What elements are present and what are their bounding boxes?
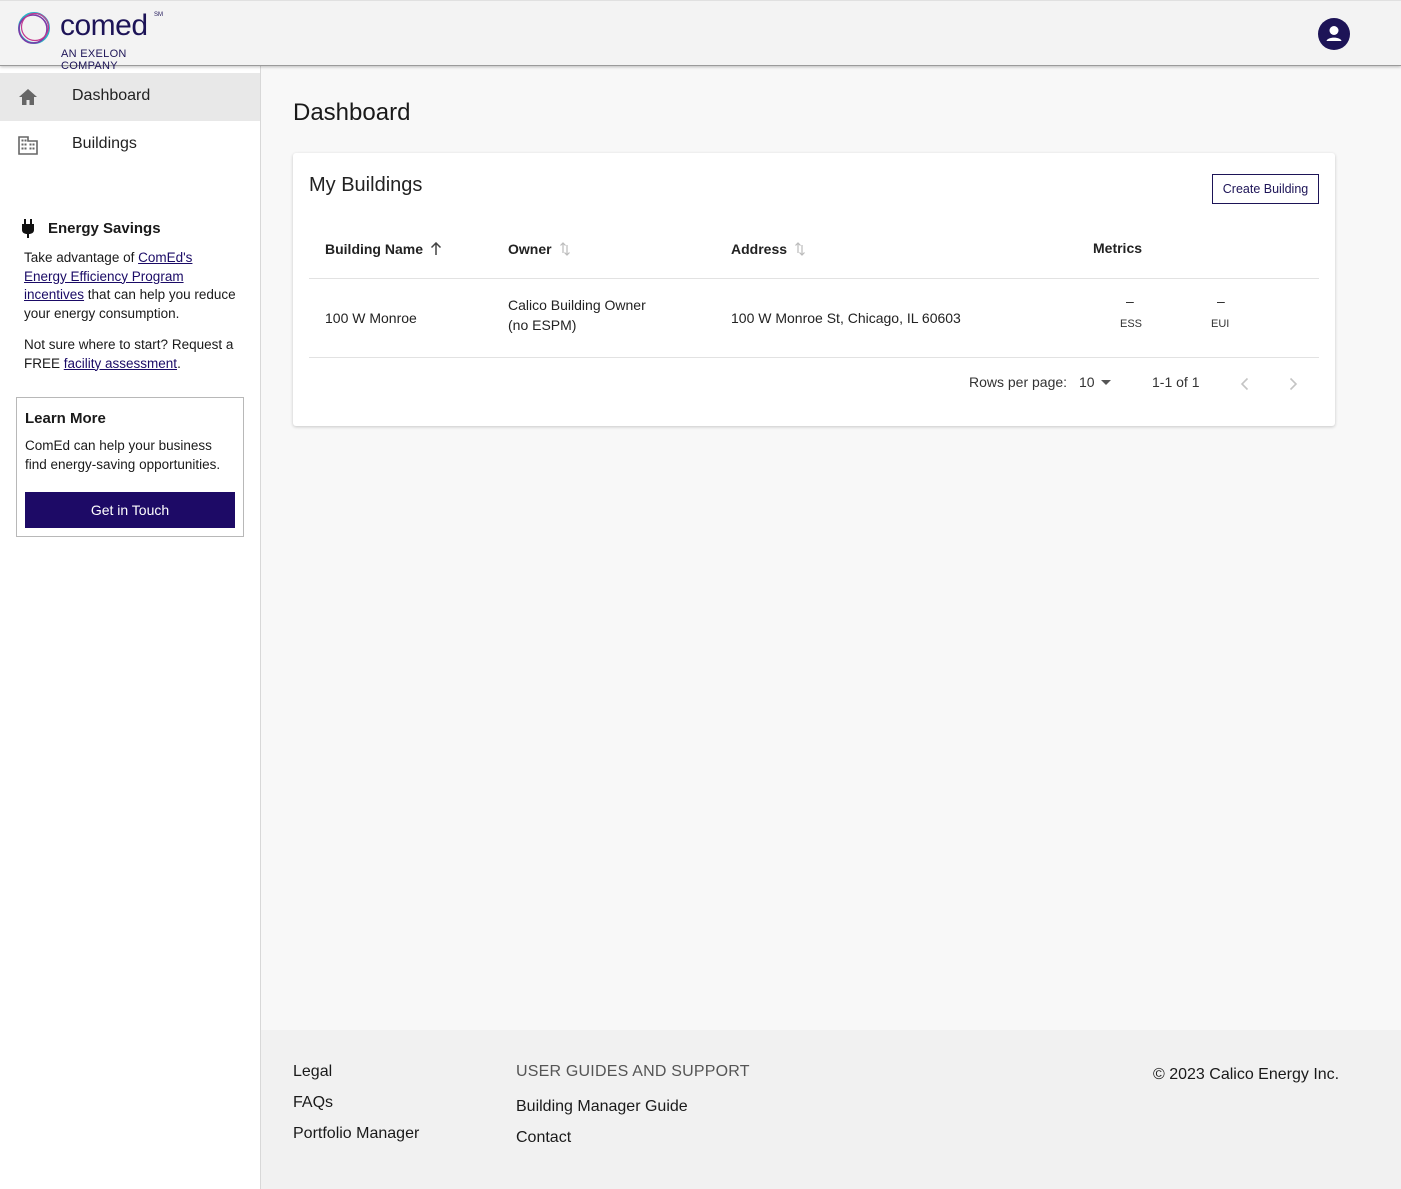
page-title: Dashboard [293, 99, 411, 126]
copyright-text: © 2023 Calico Energy Inc. [1153, 1066, 1340, 1083]
create-building-button[interactable]: Create Building [1212, 174, 1319, 204]
top-bar: comed SM AN EXELON COMPANY [0, 0, 1401, 72]
column-header-label: Building Name [325, 241, 424, 257]
column-header-building-name[interactable]: Building Name [325, 241, 442, 257]
rows-per-page-label: Rows per page: [969, 374, 1068, 390]
eui-label: EUI [1211, 318, 1230, 330]
energy-savings-text: Take advantage of ComEd's Energy Efficie… [24, 249, 238, 323]
column-header-label: Address [731, 241, 788, 257]
user-avatar-button[interactable] [1318, 18, 1350, 50]
caret-down-icon [1101, 380, 1111, 385]
sidebar-item-buildings[interactable]: Buildings [0, 121, 260, 169]
my-buildings-card: My Buildings Create Building Building Na… [293, 153, 1335, 426]
assessment-text-suffix: . [177, 355, 181, 371]
sidebar-item-label: Dashboard [72, 87, 151, 104]
footer-link-legal[interactable]: Legal [293, 1063, 332, 1081]
learn-more-box: Learn More ComEd can help your business … [16, 397, 244, 537]
sidebar-item-label: Buildings [72, 135, 137, 152]
plug-icon [22, 219, 34, 238]
next-page-button[interactable] [1281, 372, 1305, 396]
cell-owner-line2: (no ESPM) [508, 317, 577, 333]
footer: Legal FAQs Portfolio Manager USER GUIDES… [261, 1030, 1401, 1189]
footer-link-portfolio-manager[interactable]: Portfolio Manager [293, 1125, 419, 1143]
row-divider [309, 357, 1319, 358]
comed-logo[interactable]: comed SM AN EXELON COMPANY [15, 7, 185, 72]
column-header-address[interactable]: Address [731, 241, 806, 257]
home-icon [19, 89, 37, 105]
column-header-label: Owner [508, 241, 552, 257]
sidebar-item-dashboard[interactable]: Dashboard [0, 73, 260, 121]
building-icon [18, 136, 38, 155]
learn-more-title: Learn More [25, 410, 106, 427]
footer-support-heading: USER GUIDES AND SUPPORT [516, 1063, 750, 1080]
logo-wordmark: comed [60, 9, 148, 42]
eui-value: – [1217, 293, 1225, 309]
rows-per-page-select[interactable]: 10 [1079, 374, 1119, 394]
assessment-text: Not sure where to start? Request a FREE … [24, 336, 238, 373]
footer-link-building-manager-guide[interactable]: Building Manager Guide [516, 1098, 688, 1116]
sort-ascending-icon [430, 242, 442, 255]
comed-logo-icon [18, 12, 50, 44]
column-header-owner[interactable]: Owner [508, 241, 571, 257]
facility-assessment-link[interactable]: facility assessment [64, 356, 177, 371]
sort-icon [559, 242, 570, 256]
ess-value: – [1126, 293, 1134, 309]
learn-more-text: ComEd can help your business find energy… [25, 438, 221, 472]
pagination-range: 1-1 of 1 [1152, 374, 1200, 390]
card-title: My Buildings [309, 174, 423, 196]
footer-link-contact[interactable]: Contact [516, 1129, 571, 1147]
logo-subtitle: AN EXELON COMPANY [61, 48, 127, 72]
previous-page-button[interactable] [1233, 372, 1257, 396]
energy-text-prefix: Take advantage of [24, 250, 139, 265]
logo-service-mark: SM [154, 12, 163, 18]
ess-label: ESS [1120, 318, 1143, 330]
column-header-label: Metrics [1093, 240, 1143, 256]
sidebar: Dashboard Buildings Energy Savings Take … [0, 66, 261, 1189]
cell-owner-line1: Calico Building Owner [508, 297, 646, 313]
rows-per-page-value: 10 [1079, 374, 1095, 390]
chevron-right-icon [1289, 377, 1298, 391]
energy-savings-section: Energy Savings Take advantage of ComEd's… [22, 219, 238, 386]
chevron-left-icon [1240, 377, 1249, 391]
energy-savings-title: Energy Savings [48, 220, 161, 237]
footer-link-faqs[interactable]: FAQs [293, 1094, 333, 1112]
column-header-metrics: Metrics [1093, 240, 1142, 256]
header-divider [309, 278, 1319, 279]
energy-savings-heading: Energy Savings [22, 219, 238, 239]
cell-address: 100 W Monroe St, Chicago, IL 60603 [731, 310, 961, 326]
cell-building-name: 100 W Monroe [325, 310, 417, 326]
sort-icon [795, 242, 805, 256]
user-avatar-icon [1326, 26, 1342, 41]
get-in-touch-button[interactable]: Get in Touch [25, 492, 235, 528]
